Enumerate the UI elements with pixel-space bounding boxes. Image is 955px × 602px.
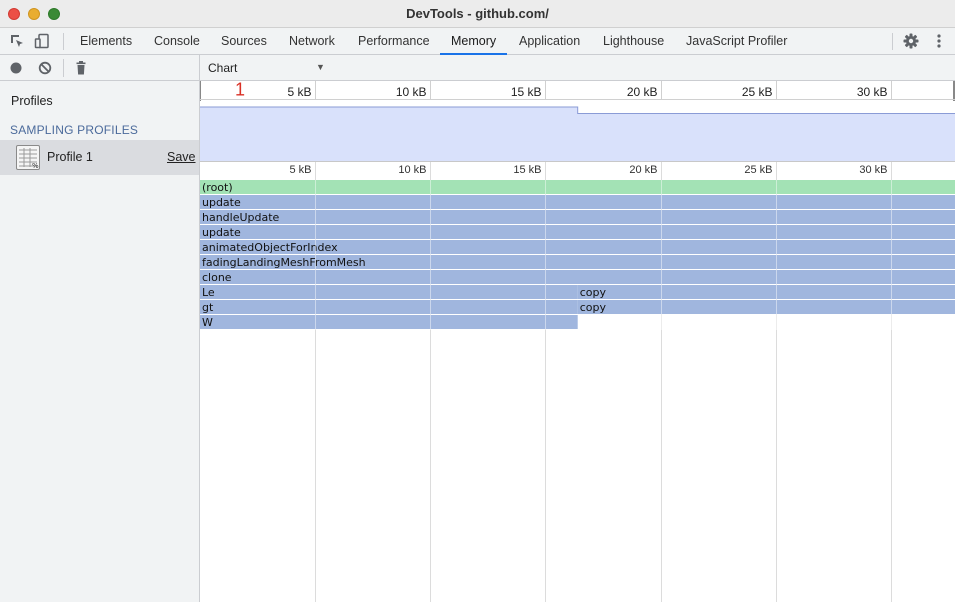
view-select[interactable]: Chart — [208, 61, 237, 75]
flame-frame-label: fadingLandingMeshFromMesh — [202, 256, 366, 269]
flame-frame-label: gt — [202, 301, 214, 314]
tabbar-separator — [63, 33, 64, 50]
overview-tick-label: 30 kB — [857, 85, 888, 99]
overview-tick-label: 15 kB — [511, 85, 542, 99]
settings-gear-icon[interactable] — [903, 33, 919, 49]
overview-tick-label: 25 kB — [742, 85, 773, 99]
flame-frame[interactable] — [200, 285, 578, 299]
profile-name: Profile 1 — [47, 150, 93, 164]
flame-frame-label: update — [202, 226, 241, 239]
tab-elements[interactable]: Elements — [80, 28, 132, 55]
flame-tick-label: 30 kB — [859, 164, 887, 176]
flame-frame[interactable] — [577, 285, 955, 299]
flame-frame[interactable] — [577, 300, 955, 314]
sidebar-section-header: SAMPLING PROFILES — [10, 123, 139, 137]
delete-icon[interactable] — [73, 60, 89, 76]
flame-frame-label: copy — [580, 301, 607, 314]
window-titlebar: DevTools - github.com/ — [0, 0, 955, 28]
tab-console[interactable]: Console — [154, 28, 200, 55]
memory-toolbar — [0, 55, 955, 81]
overview-marker: 1 — [235, 81, 245, 99]
flame-frame-label: update — [202, 196, 241, 209]
flame-frame-label: handleUpdate — [202, 211, 280, 224]
clear-icon[interactable] — [37, 60, 53, 76]
sidebar-item-profile-1[interactable]: % Profile 1 Save — [0, 140, 199, 175]
sidebar-title: Profiles — [11, 94, 53, 108]
flame-chart[interactable]: 5 kB 5 kB 10 kB 10 kB 15 kB 15 kB 20 kB 20 kB 25… — [199, 79, 955, 602]
flame-frame-label: Le — [202, 286, 215, 299]
overview-tick-label: 10 kB — [396, 85, 427, 99]
dropdown-arrow-icon[interactable]: ▼ — [316, 62, 325, 72]
overview-area — [200, 107, 955, 161]
device-toggle-icon[interactable] — [34, 33, 50, 49]
flame-tick-label: 10 kB — [398, 164, 426, 176]
flame-frame[interactable] — [200, 300, 578, 314]
flame-frame-label: (root) — [202, 181, 233, 194]
profile-file-icon: % — [16, 145, 40, 170]
flame-frame[interactable] — [200, 270, 955, 284]
flame-tick-label: 15 kB — [513, 164, 541, 176]
flame-frame-label: copy — [580, 286, 607, 299]
overview-tick-label: 5 kB — [287, 85, 311, 99]
flame-frame[interactable] — [200, 210, 955, 224]
flame-frame-label: W — [202, 316, 213, 329]
inspect-icon[interactable] — [9, 33, 25, 49]
tab-memory[interactable]: Memory — [440, 28, 508, 55]
toolbar-separator — [63, 59, 64, 77]
flame-chart-panel: 5 kB 5 kB 10 kB 10 kB 15 kB 15 kB 20 kB 20 kB 25… — [199, 79, 955, 602]
devtools-tabbar: Elements Console Sources Network Performance… — [0, 28, 955, 55]
record-icon[interactable] — [8, 60, 24, 76]
flame-frame-label: clone — [202, 271, 232, 284]
tab-lighthouse[interactable]: Lighthouse — [603, 28, 664, 55]
tab-network[interactable]: Network — [289, 28, 335, 55]
flame-tick-label: 5 kB — [289, 164, 311, 176]
window-title: DevTools - github.com/ — [406, 6, 549, 21]
flame-frame[interactable] — [200, 225, 955, 239]
flame-frame[interactable] — [200, 195, 955, 209]
flame-tick-label: 25 kB — [744, 164, 772, 176]
svg-text:%: % — [32, 162, 39, 170]
tab-performance[interactable]: Performance — [358, 28, 430, 55]
tabbar-separator — [892, 33, 893, 50]
kebab-menu-icon[interactable] — [931, 33, 947, 49]
flame-frame[interactable] — [200, 180, 955, 194]
flame-frame[interactable] — [200, 315, 578, 329]
save-profile-link[interactable]: Save — [167, 150, 196, 164]
tab-javascript-profiler[interactable]: JavaScript Profiler — [686, 28, 787, 55]
tab-application[interactable]: Application — [519, 28, 580, 55]
tab-sources[interactable]: Sources — [221, 28, 267, 55]
flame-frame-label: animatedObjectForIndex — [202, 241, 338, 254]
profiles-sidebar: Profiles SAMPLING PROFILES % Profile 1 S… — [0, 81, 199, 602]
flame-tick-label: 20 kB — [629, 164, 657, 176]
overview-tick-label: 20 kB — [627, 85, 658, 99]
